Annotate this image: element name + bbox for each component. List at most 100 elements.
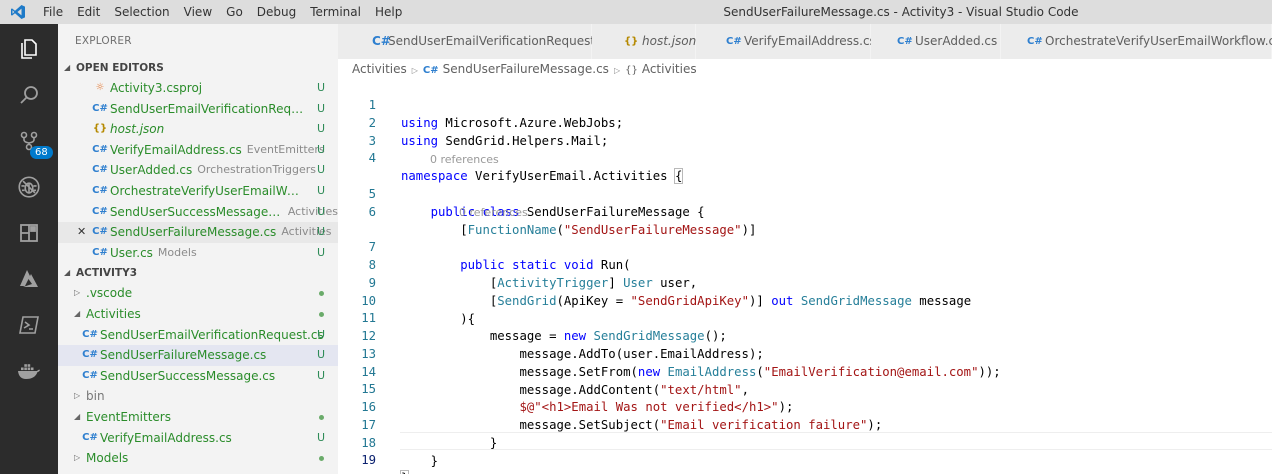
open-editors-header[interactable]: ◢ OPEN EDITORS — [58, 58, 338, 78]
docker-icon[interactable] — [0, 348, 58, 394]
file-item[interactable]: C# SendUserSuccessMessage.cs U — [58, 366, 338, 387]
code-line: 6 [FunctionName("SendUserFailureMessage"… — [368, 204, 757, 237]
menu-selection[interactable]: Selection — [107, 0, 176, 24]
csharp-icon: C# — [422, 65, 439, 76]
tab-send-user-email-verification-request[interactable]: C# SendUserEmailVerificationRequest.cs — [338, 24, 612, 59]
menu-edit[interactable]: Edit — [70, 0, 107, 24]
csharp-icon: C# — [82, 349, 98, 361]
git-status: U — [316, 348, 325, 362]
code-line: 8 [ActivityTrigger] User user, — [368, 257, 698, 290]
open-editor-item[interactable]: C# UserAdded.cs OrchestrationTriggers U — [58, 160, 338, 181]
menu-terminal[interactable]: Terminal — [303, 0, 368, 24]
title-bar: File Edit Selection View Go Debug Termin… — [0, 0, 1272, 24]
code-line: 9 [SendGrid(ApiKey = "SendGridApiKey")] … — [368, 275, 972, 308]
csharp-icon: C# — [1027, 36, 1043, 47]
csharp-icon: C# — [897, 36, 913, 47]
folder-item[interactable]: ◢ Activities — [58, 304, 338, 325]
code-line: 14 message.AddContent("text/html", — [361, 364, 749, 397]
git-status: U — [316, 163, 325, 177]
tab-user-added[interactable]: C# UserAdded.cs — [871, 24, 1001, 59]
file-item-selected[interactable]: C# SendUserFailureMessage.cs U — [58, 345, 338, 366]
azure-icon[interactable] — [0, 256, 58, 302]
chevron-right-icon: ▷ — [411, 66, 418, 75]
breadcrumb-file[interactable]: SendUserFailureMessage.cs — [443, 62, 609, 76]
codelens-references[interactable]: 0 references — [430, 151, 499, 169]
git-status: U — [316, 81, 325, 94]
csharp-icon: C# — [92, 164, 108, 176]
project-header[interactable]: ◢ ACTIVITY3 — [58, 263, 338, 283]
editor-tabs: C# SendUserEmailVerificationRequest.cs {… — [338, 24, 1272, 59]
code-line: 5 public class SendUserFailureMessage { — [368, 186, 705, 219]
file-item[interactable]: C# VerifyEmailAddress.cs U — [58, 428, 338, 449]
modified-dot — [319, 414, 324, 420]
menu-go[interactable]: Go — [219, 0, 250, 24]
json-icon: {} — [92, 123, 108, 135]
open-editor-item-active[interactable]: ✕ C# SendUserFailureMessage.cs Activitie… — [58, 222, 338, 243]
csharp-icon: C# — [92, 246, 108, 258]
chevron-down-icon: ◢ — [74, 411, 81, 421]
csharp-icon: C# — [92, 184, 108, 196]
vscode-logo-icon — [0, 0, 36, 24]
folder-item[interactable]: ▷ .vscode — [58, 283, 338, 304]
open-editor-item[interactable]: C# OrchestrateVerifyUserEmailWorkflo... … — [58, 181, 338, 202]
explorer-sidebar: EXPLORER ◢ OPEN EDITORS ☼ Activity3.cspr… — [58, 24, 338, 474]
rss-icon: ☼ — [95, 82, 105, 93]
menu-view[interactable]: View — [177, 0, 219, 24]
folder-item[interactable]: ▷ Models — [58, 448, 338, 469]
activity-bar: 68 — [0, 24, 58, 474]
chevron-right-icon: ▷ — [74, 288, 81, 298]
tab-verify-email-address[interactable]: C# VerifyEmailAddress.cs — [696, 24, 876, 59]
git-status: U — [316, 122, 325, 136]
chevron-right-icon: ▷ — [74, 391, 81, 401]
breadcrumb-symbol[interactable]: Activities — [642, 62, 697, 76]
terminal-icon[interactable] — [0, 302, 58, 348]
breadcrumb-folder[interactable]: Activities — [352, 62, 407, 76]
code-line: 17 } — [361, 417, 498, 450]
git-status: U — [316, 204, 325, 218]
open-editor-item[interactable]: C# SendUserSuccessMessage.cs Activities … — [58, 202, 338, 223]
git-status: U — [316, 327, 325, 341]
tab-host-json[interactable]: {} host.json — [592, 24, 696, 59]
menu-help[interactable]: Help — [368, 0, 409, 24]
git-status: U — [316, 430, 325, 444]
open-editor-item[interactable]: C# SendUserEmailVerificationRequest.c...… — [58, 99, 338, 120]
code-line: 11 message = new SendGridMessage(); — [361, 310, 727, 343]
code-line: 3 — [368, 133, 376, 148]
folder-item[interactable]: ◢ EventEmitters — [58, 407, 338, 428]
close-icon[interactable]: ✕ — [77, 222, 86, 243]
git-status: U — [316, 142, 325, 156]
explorer-icon[interactable] — [0, 26, 58, 72]
code-editor[interactable]: 1 using Microsoft.Azure.WebJobs; 2 using… — [338, 79, 1272, 474]
open-editor-item[interactable]: {} host.json U — [58, 119, 338, 140]
code-line: 19 } — [338, 434, 410, 474]
menu-file[interactable]: File — [36, 0, 70, 24]
breadcrumb: Activities ▷ C# SendUserFailureMessage.cs ▷ {… — [338, 59, 1272, 79]
code-line: 10 ){ — [361, 293, 476, 326]
modified-dot — [319, 311, 324, 317]
chevron-down-icon: ◢ — [74, 308, 81, 318]
code-line: 4 namespace VerifyUserEmail.Activities { — [368, 150, 684, 184]
json-icon: {} — [624, 36, 639, 47]
code-line: 12 message.AddTo(user.EmailAddress); — [361, 328, 764, 361]
open-editor-item[interactable]: C# User.cs Models U — [58, 243, 338, 264]
modified-dot — [319, 291, 324, 297]
codelens-references[interactable]: 0 references — [459, 204, 528, 222]
chevron-down-icon: ◢ — [64, 268, 71, 278]
folder-item[interactable]: ▷ bin — [58, 386, 338, 407]
code-line: 16 message.SetSubject("Email verificatio… — [361, 399, 883, 432]
code-line: 1 using Microsoft.Azure.WebJobs; — [368, 97, 624, 130]
menu-bar: File Edit Selection View Go Debug Termin… — [36, 0, 409, 24]
open-editor-item[interactable]: C# VerifyEmailAddress.cs EventEmitters U — [58, 140, 338, 161]
csharp-icon: C# — [92, 143, 108, 155]
chevron-down-icon: ◢ — [64, 63, 71, 72]
csharp-icon: C# — [82, 369, 98, 381]
file-item[interactable]: C# SendUserEmailVerificationRequest.cs U — [58, 325, 338, 346]
open-editor-item[interactable]: ☼ Activity3.csproj U — [58, 78, 338, 99]
tab-orchestrate-verify-user-email-workflow[interactable]: C# OrchestrateVerifyUserEmailWorkflow.cs — [1001, 24, 1272, 59]
menu-debug[interactable]: Debug — [250, 0, 303, 24]
debug-icon[interactable] — [0, 164, 58, 210]
source-control-icon[interactable]: 68 — [0, 118, 58, 164]
search-icon[interactable] — [0, 72, 58, 118]
csharp-icon: C# — [372, 34, 391, 48]
extensions-icon[interactable] — [0, 210, 58, 256]
